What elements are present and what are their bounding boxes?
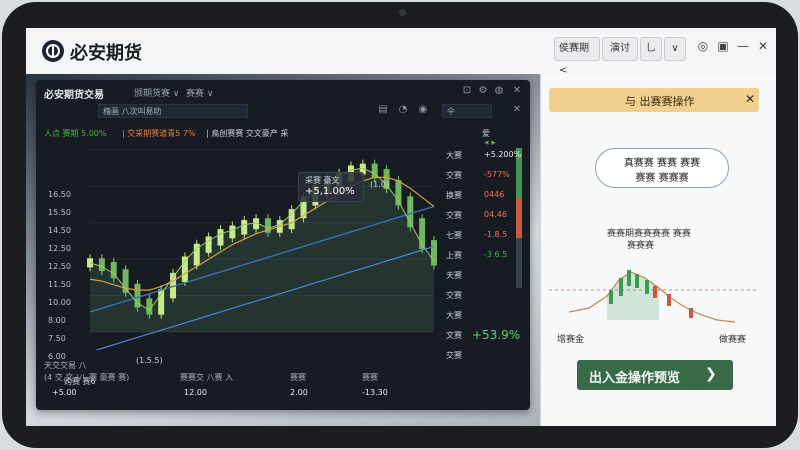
screen: 必安期货 侯赛期 < 演讨 乚 ∨ ◎ ▣ — ✕ 必安期货交易 颁期货赛 ∨ … <box>26 28 776 426</box>
side-row-value: +53.9% <box>472 328 521 342</box>
app-logo <box>42 40 64 62</box>
banner-text: 与 出赛赛操作 <box>625 95 695 108</box>
candle <box>431 240 437 266</box>
side-row-value: +5.200% <box>484 150 522 159</box>
minimize-icon[interactable]: — <box>734 39 752 53</box>
right-panel: 与 出赛赛操作 ✕ 真赛赛 赛赛 赛赛 赛赛 赛赛赛 赛赛期赛赛赛赛 赛赛 赛赛… <box>540 74 776 426</box>
table-cell: 赛赛交 八赛 入 <box>180 373 234 382</box>
side-row-label: 天赛 <box>446 271 462 280</box>
price-tooltip: 采赛 豪文 +5,1.00% <box>298 172 364 202</box>
candle <box>98 258 105 272</box>
tooltip-title: 采赛 豪文 <box>305 176 340 185</box>
table-cell: 2.00 <box>290 388 308 397</box>
top-bar: 必安期货 侯赛期 < 演讨 乚 ∨ ◎ ▣ — ✕ <box>26 28 776 76</box>
side-volume-bar <box>516 148 522 288</box>
speech-bubble: 真赛赛 赛赛 赛赛 赛赛 赛赛赛 <box>595 148 729 188</box>
bottom-table: 天交交易 八 (4 交 文 |八 赛 豪赛 赛) 赛赛交 八赛 入 赛赛 赛赛 … <box>44 361 440 406</box>
toggle-button[interactable]: 乚 <box>640 37 662 61</box>
side-row-label: 大赛 <box>446 311 462 320</box>
side-toggle-icon[interactable]: ◂ ▸ <box>484 138 496 148</box>
table-cell: +5.00 <box>52 388 77 397</box>
side-row-value: 04.46 <box>484 210 507 219</box>
side-row-label: 七赛 <box>446 231 462 240</box>
search-close-icon[interactable]: ✕ <box>510 104 524 115</box>
price-chart[interactable] <box>44 140 440 350</box>
side-row-value: -1.8.5 <box>484 230 508 239</box>
transfer-preview-button[interactable]: 出入金操作预览 ❯ <box>577 360 733 390</box>
side-row-label: 换赛 <box>446 191 462 200</box>
mini-label-left: 增赛金 <box>557 335 585 345</box>
demo-button[interactable]: 演讨 <box>602 37 638 61</box>
calendar-icon[interactable]: ▤ <box>376 104 390 115</box>
side-row-value: -3.6.5 <box>484 250 508 259</box>
price-area <box>90 168 434 332</box>
tab-market[interactable]: 赛赛 ∨ <box>186 86 213 99</box>
legend-item: 人点 赛期 5.00% <box>44 129 107 138</box>
side-row-label: 交赛 <box>446 211 462 220</box>
settings-icon[interactable]: ⚙ <box>476 85 490 96</box>
bubble-line: 真赛赛 赛赛 赛赛 <box>623 158 701 169</box>
panel-close-icon[interactable]: ✕ <box>510 85 524 96</box>
app-title: 必安期货 <box>70 43 142 64</box>
globe-icon[interactable]: ◍ <box>492 85 506 96</box>
crop-icon[interactable]: ⊡ <box>460 85 474 96</box>
panel-title: 必安期货交易 <box>44 90 104 101</box>
chevron-down-icon[interactable]: ∨ <box>664 37 686 61</box>
side-row-label: 交赛 <box>446 351 462 360</box>
candle <box>122 269 129 293</box>
legend-item: | 鳥创赛赛 交文豪产 采 <box>206 129 289 138</box>
candle <box>205 236 212 253</box>
candle <box>217 229 224 246</box>
side-row-value: 0446 <box>484 190 505 199</box>
banner-close-icon[interactable]: ✕ <box>745 92 755 106</box>
side-row-value: -577% <box>484 170 510 179</box>
table-cell: 赛赛 <box>362 373 378 382</box>
chevron-right-icon: ❯ <box>705 366 717 382</box>
mini-chart <box>549 270 759 323</box>
side-row-label: 文赛 <box>446 331 462 340</box>
table-cell: (4 交 文 |八 赛 豪赛 赛) <box>44 373 130 382</box>
camera-icon[interactable]: ◎ <box>694 39 712 53</box>
annotation-low: (1.5.5) <box>136 356 163 365</box>
tab-futures[interactable]: 颁期货赛 ∨ <box>134 86 179 99</box>
trading-panel: 必安期货交易 颁期货赛 ∨ 赛赛 ∨ ⊡ ⚙ ◍ ✕ 楕画 八次叫易叻 ▤ ◔ … <box>36 80 530 410</box>
bottom-header: 天交交易 八 <box>44 361 87 370</box>
table-cell: -13.30 <box>362 388 388 397</box>
table-cell: 赛赛 <box>290 373 306 382</box>
cta-label: 出入金操作预览 <box>589 371 681 386</box>
camera-dot <box>399 9 406 16</box>
banner: 与 出赛赛操作 ✕ <box>549 88 759 112</box>
side-row-label: 上赛 <box>446 251 462 260</box>
legend-item: | 交采期赛道青5 7% <box>122 129 196 138</box>
user-icon[interactable]: ◉ <box>416 104 430 115</box>
tablet-bezel: 必安期货 侯赛期 < 演讨 乚 ∨ ◎ ▣ — ✕ 必安期货交易 颁期货赛 ∨ … <box>2 2 798 448</box>
window-icon[interactable]: ▣ <box>714 39 732 53</box>
search-input[interactable]: 仐 <box>442 104 492 118</box>
mini-label-right: 做赛赛 <box>719 335 747 345</box>
annotation-high: (1.0) <box>370 180 389 189</box>
side-row-label: 交赛 <box>446 291 462 300</box>
close-icon[interactable]: ✕ <box>754 39 772 53</box>
period-select[interactable]: 侯赛期 < <box>554 37 600 76</box>
tooltip-value: +5,1.00% <box>305 186 355 197</box>
bubble-line: 赛赛 赛赛赛 <box>635 173 689 184</box>
side-row-label: 交赛 <box>446 171 462 180</box>
chat-icon[interactable]: ◔ <box>396 104 410 115</box>
indicator-input[interactable]: 楕画 八次叫易叻 <box>98 104 248 118</box>
side-row-label: 大赛 <box>446 151 462 160</box>
candle <box>229 225 236 239</box>
candle <box>241 220 248 235</box>
table-cell: 12.00 <box>184 388 207 397</box>
